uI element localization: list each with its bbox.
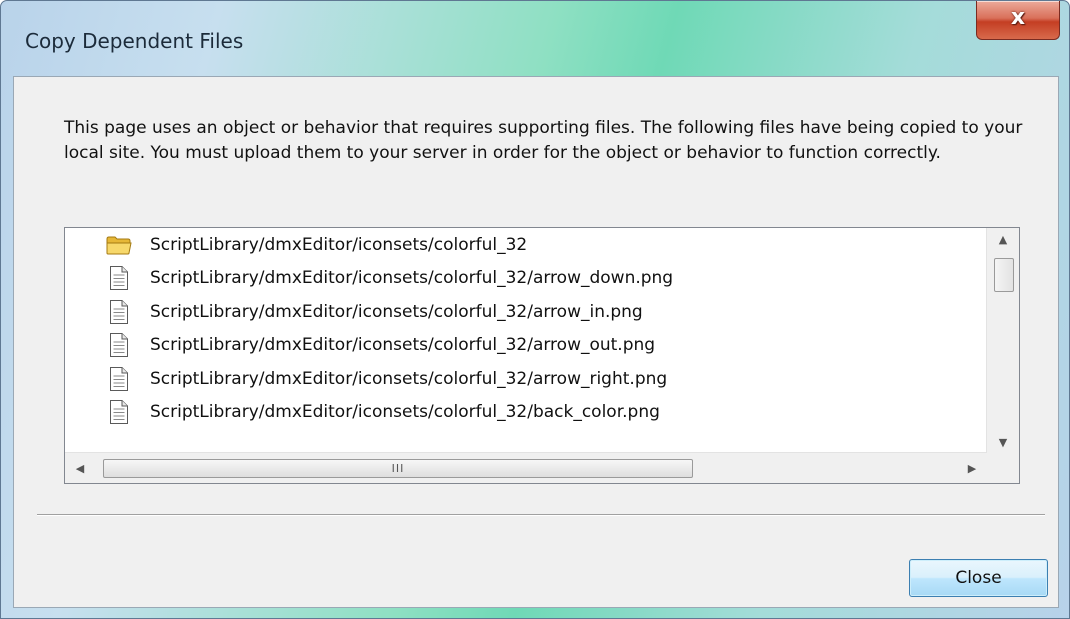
- list-item[interactable]: ScriptLibrary/dmxEditor/iconsets/colorfu…: [105, 262, 985, 295]
- file-icon: [105, 264, 133, 292]
- file-list[interactable]: ScriptLibrary/dmxEditor/iconsets/colorfu…: [64, 227, 1020, 484]
- title-bar[interactable]: Copy Dependent Files x: [1, 1, 1069, 61]
- list-item[interactable]: ScriptLibrary/dmxEditor/iconsets/colorfu…: [105, 228, 985, 261]
- file-path-label: ScriptLibrary/dmxEditor/iconsets/colorfu…: [150, 301, 643, 322]
- file-icon: [105, 398, 133, 426]
- list-item[interactable]: ScriptLibrary/dmxEditor/iconsets/colorfu…: [105, 362, 985, 395]
- dialog-title: Copy Dependent Files: [25, 29, 244, 53]
- scroll-down-arrow-icon[interactable]: ▼: [987, 431, 1019, 453]
- separator-line: [37, 514, 1045, 516]
- list-item[interactable]: ScriptLibrary/dmxEditor/iconsets/colorfu…: [105, 329, 985, 362]
- file-icon: [105, 331, 133, 359]
- file-icon: [105, 298, 133, 326]
- file-path-label: ScriptLibrary/dmxEditor/iconsets/colorfu…: [150, 368, 668, 389]
- dialog-window: Copy Dependent Files x This page uses an…: [0, 0, 1070, 619]
- close-button[interactable]: Close: [909, 559, 1048, 597]
- dialog-body: This page uses an object or behavior tha…: [13, 76, 1059, 608]
- file-path-label: ScriptLibrary/dmxEditor/iconsets/colorfu…: [150, 335, 656, 355]
- horizontal-scrollbar[interactable]: ◀ III ▶: [65, 452, 987, 483]
- info-message: This page uses an object or behavior tha…: [64, 118, 1023, 163]
- file-path-label: ScriptLibrary/dmxEditor/iconsets/colorfu…: [150, 402, 660, 422]
- scrollbar-corner: [987, 453, 1019, 483]
- close-icon: x: [1010, 5, 1026, 30]
- scroll-grip-icon: III: [391, 462, 405, 475]
- file-path-label: ScriptLibrary/dmxEditor/iconsets/colorfu…: [150, 268, 674, 288]
- horizontal-scroll-thumb[interactable]: III: [103, 459, 693, 478]
- list-item[interactable]: ScriptLibrary/dmxEditor/iconsets/colorfu…: [105, 396, 985, 429]
- list-item[interactable]: ScriptLibrary/dmxEditor/iconsets/colorfu…: [105, 295, 985, 328]
- file-list-content: ScriptLibrary/dmxEditor/iconsets/colorfu…: [65, 228, 987, 453]
- vertical-scroll-thumb[interactable]: [994, 258, 1014, 292]
- file-icon: [105, 365, 133, 393]
- file-path-label: ScriptLibrary/dmxEditor/iconsets/colorfu…: [150, 234, 528, 255]
- scroll-up-arrow-icon[interactable]: ▲: [987, 228, 1019, 250]
- folder-icon: [105, 231, 133, 259]
- scroll-left-arrow-icon[interactable]: ◀: [65, 453, 95, 483]
- vertical-scrollbar[interactable]: ▲ ▼: [986, 228, 1019, 453]
- scroll-right-arrow-icon[interactable]: ▶: [957, 453, 987, 483]
- window-close-button[interactable]: x: [976, 1, 1060, 40]
